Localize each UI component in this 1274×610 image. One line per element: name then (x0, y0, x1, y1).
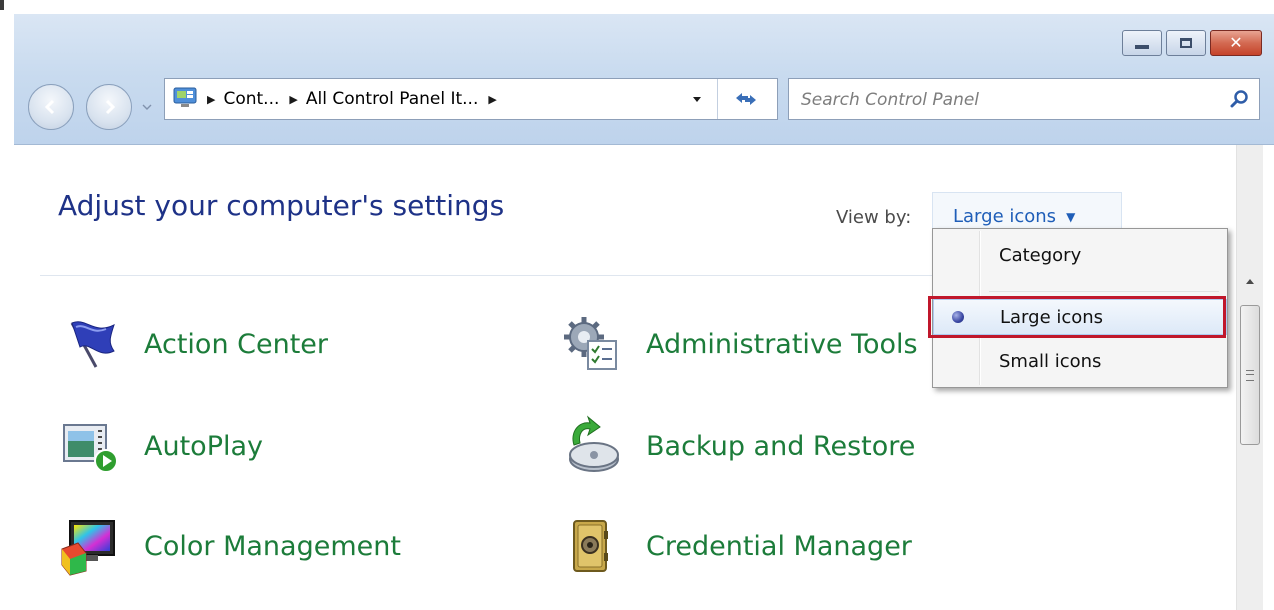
header-divider (40, 275, 940, 276)
item-backup-and-restore[interactable]: Backup and Restore (560, 415, 915, 477)
address-separator (717, 79, 718, 119)
menu-separator (989, 291, 1219, 292)
flag-icon (70, 321, 115, 368)
minimize-button[interactable] (1122, 30, 1162, 56)
vault-icon (573, 520, 608, 572)
menu-item-label: Category (999, 244, 1082, 266)
backup-icon (569, 415, 619, 472)
menu-item-small-icons[interactable]: Small icons (933, 343, 1227, 379)
minimize-icon (1135, 45, 1149, 49)
vertical-scrollbar[interactable] (1236, 145, 1263, 610)
item-credential-manager[interactable]: Credential Manager (560, 515, 912, 577)
address-bar[interactable]: ▶ Cont... ▶ All Control Panel It... ▶ (164, 78, 778, 120)
item-label: Action Center (144, 328, 329, 360)
item-label: Credential Manager (646, 530, 912, 562)
back-arrow-icon (44, 99, 55, 115)
page-title: Adjust your computer's settings (58, 189, 505, 222)
breadcrumb-all-items[interactable]: All Control Panel It... (306, 89, 479, 109)
scroll-thumb[interactable] (1240, 305, 1260, 445)
scroll-grip-icon (1246, 369, 1254, 381)
view-by-label: View by: (836, 207, 912, 228)
maximize-button[interactable] (1166, 30, 1206, 56)
search-box (788, 78, 1260, 120)
refresh-button[interactable] (725, 85, 767, 113)
breadcrumb-chevron-icon[interactable]: ▶ (289, 93, 297, 106)
title-bar: ✕ ▶ Cont... ▶ All Control Panel It... ▶ … (14, 14, 1274, 145)
window-controls: ✕ (1118, 30, 1262, 56)
control-panel-icon (173, 87, 197, 107)
breadcrumb: ▶ Cont... ▶ All Control Panel It... ▶ (205, 79, 505, 119)
item-autoplay[interactable]: AutoPlay (58, 415, 263, 477)
highlight-annotation (928, 296, 1226, 338)
back-button[interactable] (28, 84, 74, 130)
recent-pages-dropdown-icon[interactable] (142, 102, 152, 112)
close-button[interactable]: ✕ (1210, 30, 1262, 56)
chevron-down-icon: ▼ (1066, 209, 1076, 224)
search-icon[interactable] (1229, 89, 1249, 109)
window-corner-mark (0, 0, 4, 10)
maximize-icon (1180, 38, 1192, 48)
address-history-dropdown-icon[interactable] (691, 93, 703, 105)
scroll-up-button[interactable] (1237, 267, 1263, 295)
close-icon: ✕ (1229, 33, 1243, 52)
item-color-management[interactable]: Color Management (58, 515, 401, 577)
forward-button[interactable] (86, 84, 132, 130)
menu-item-label: Small icons (999, 350, 1102, 372)
item-action-center[interactable]: Action Center (58, 313, 328, 375)
breadcrumb-chevron-icon[interactable]: ▶ (207, 93, 215, 106)
refresh-icon (736, 93, 756, 105)
view-by-value: Large icons (953, 206, 1057, 227)
scroll-up-arrow-icon (1246, 279, 1254, 284)
item-label: Backup and Restore (646, 430, 916, 462)
breadcrumb-chevron-icon[interactable]: ▶ (488, 93, 496, 106)
item-label: Color Management (144, 530, 401, 562)
admin-tools-icon (564, 317, 617, 370)
forward-arrow-icon (105, 99, 116, 115)
item-label: AutoPlay (144, 430, 263, 462)
search-input[interactable] (799, 85, 1203, 115)
item-administrative-tools[interactable]: Administrative Tools (560, 313, 918, 375)
item-label: Administrative Tools (646, 328, 918, 360)
autoplay-icon (63, 424, 118, 473)
color-management-icon (61, 520, 115, 576)
breadcrumb-control-panel[interactable]: Cont... (223, 89, 279, 109)
menu-item-category[interactable]: Category (933, 237, 1227, 273)
